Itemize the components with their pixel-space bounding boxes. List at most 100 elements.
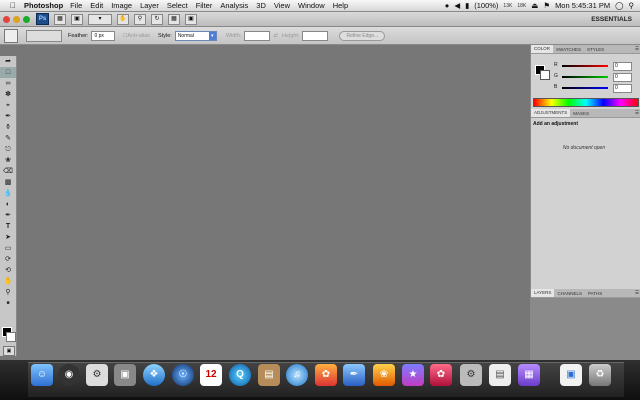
menu-layer[interactable]: Layer	[140, 1, 159, 10]
tool-preset-picker[interactable]	[4, 28, 18, 43]
apple-icon[interactable]: 	[6, 1, 20, 10]
zoom-tool-icon[interactable]: ⚲	[0, 287, 16, 298]
rotate-view-icon[interactable]: ↻	[151, 13, 163, 25]
eject-icon[interactable]: ⏏	[531, 1, 538, 10]
view-extras-icon[interactable]: ▣	[71, 13, 83, 25]
screen-mode-icon[interactable]: ▣	[185, 13, 197, 25]
healing-brush-tool-icon[interactable]: ⚱	[0, 122, 16, 133]
height-input[interactable]	[302, 30, 329, 41]
clock[interactable]: Mon 5:45:31 PM	[555, 1, 610, 10]
brush-tool-icon[interactable]: ✎	[0, 133, 16, 144]
menu-3d[interactable]: 3D	[256, 1, 266, 10]
menu-edit[interactable]: Edit	[90, 1, 103, 10]
pen-tool-icon[interactable]: ✒	[0, 210, 16, 221]
menu-select[interactable]: Select	[167, 1, 188, 10]
menu-analysis[interactable]: Analysis	[220, 1, 248, 10]
marquee-tool-icon[interactable]: □	[0, 67, 16, 78]
green-slider[interactable]	[562, 76, 608, 78]
3d-orbit-tool-icon[interactable]: ⟲	[0, 265, 16, 276]
move-tool-icon[interactable]: ➦	[0, 56, 16, 67]
hand-tool-icon[interactable]: ✋	[117, 13, 129, 25]
quick-select-tool-icon[interactable]: ✽	[0, 89, 16, 100]
menu-image[interactable]: Image	[111, 1, 132, 10]
tab-swatches[interactable]: SWATCHES	[553, 47, 584, 52]
width-input[interactable]	[244, 30, 271, 41]
downloads-stack-icon[interactable]: ▦	[518, 364, 540, 386]
user-icon[interactable]: ◯	[615, 1, 623, 10]
iphoto-icon[interactable]: ▣	[114, 364, 136, 386]
refine-edge-button[interactable]: Refine Edge...	[339, 30, 386, 41]
tab-channels[interactable]: CHANNELS	[554, 291, 585, 296]
itunes-icon[interactable]: ♫	[286, 364, 308, 386]
ical-icon[interactable]: 12	[200, 364, 222, 386]
star-app-icon[interactable]: ★	[402, 364, 424, 386]
firefox-icon[interactable]: ✿	[315, 364, 337, 386]
safari-icon[interactable]: ❖	[143, 364, 165, 386]
path-selection-tool-icon[interactable]: ➤	[0, 232, 16, 243]
menu-file[interactable]: File	[70, 1, 82, 10]
gradient-tool-icon[interactable]: ▩	[0, 177, 16, 188]
clone-stamp-tool-icon[interactable]: ⎋	[0, 144, 16, 155]
blue-slider[interactable]	[562, 87, 608, 89]
panel-menu-icon[interactable]: ☰	[635, 46, 640, 52]
minimize-window-button[interactable]	[13, 15, 20, 23]
lasso-tool-icon[interactable]: ∞	[0, 78, 16, 89]
flash-app-icon[interactable]: ✿	[430, 364, 452, 386]
close-window-button[interactable]	[3, 15, 10, 23]
system-preferences-icon[interactable]: ⚙	[460, 364, 482, 386]
wifi-icon[interactable]: ●	[445, 1, 450, 10]
feather-input[interactable]: 0 px	[91, 30, 116, 41]
feather-app-icon[interactable]: ✒	[343, 364, 365, 386]
swap-icon[interactable]: ⇄	[273, 33, 278, 39]
eyedropper-tool-icon[interactable]: ✒	[0, 111, 16, 122]
battery-icon[interactable]: ▮	[465, 1, 469, 10]
3d-rotate-tool-icon[interactable]: ⟳	[0, 254, 16, 265]
applications-folder-icon[interactable]: ▣	[560, 364, 582, 386]
trash-icon[interactable]: ♻	[589, 364, 611, 386]
photoshop-logo-icon[interactable]: Ps	[36, 13, 49, 25]
quick-mask-icon[interactable]: ▣	[3, 346, 15, 356]
automator-icon[interactable]: ⚙	[86, 364, 108, 386]
bridge-icon[interactable]: ▦	[54, 13, 66, 25]
type-tool-icon[interactable]: T	[0, 221, 16, 232]
blur-tool-icon[interactable]: 💧	[0, 188, 16, 199]
tab-adjustments[interactable]: ADJUSTMENTS	[531, 109, 571, 117]
arrange-documents-icon[interactable]: ▦	[168, 13, 180, 25]
tab-paths[interactable]: PATHS	[585, 291, 605, 296]
color-spectrum-ramp[interactable]	[533, 98, 639, 107]
hand-tool-icon[interactable]: ✋	[0, 276, 16, 287]
menu-view[interactable]: View	[274, 1, 290, 10]
document-canvas-area[interactable]	[17, 45, 529, 360]
dodge-tool-icon[interactable]: ◐	[0, 199, 16, 210]
blue-input[interactable]: 0	[613, 84, 632, 93]
tab-color[interactable]: COLOR	[531, 45, 554, 53]
background-color-swatch[interactable]	[6, 332, 16, 342]
workspace-switcher[interactable]: ESSENTIALS	[591, 16, 632, 23]
eraser-tool-icon[interactable]: ⌫	[0, 166, 16, 177]
menu-help[interactable]: Help	[333, 1, 348, 10]
tab-styles[interactable]: STYLES	[584, 47, 607, 52]
dashboard-icon[interactable]: ◉	[58, 364, 80, 386]
menu-filter[interactable]: Filter	[196, 1, 213, 10]
panel-menu-icon[interactable]: ☰	[635, 290, 640, 296]
flower-app-icon[interactable]: ❀	[373, 364, 395, 386]
zoom-window-button[interactable]	[23, 15, 30, 23]
documents-stack-icon[interactable]: ▤	[489, 364, 511, 386]
quicktime-icon[interactable]: Q	[229, 364, 251, 386]
menu-app-name[interactable]: Photoshop	[24, 1, 63, 10]
panel-menu-icon[interactable]: ☰	[635, 110, 640, 116]
zoom-level-dropdown[interactable]: ▾	[88, 13, 112, 25]
spotlight-icon[interactable]: ⚲	[629, 1, 635, 10]
tab-layers[interactable]: LAYERS	[531, 289, 555, 297]
zoom-tool-icon[interactable]: ⚲	[134, 13, 146, 25]
network-globe-icon[interactable]: ☉	[172, 364, 194, 386]
flag-icon[interactable]: ⚑	[543, 1, 550, 10]
green-input[interactable]: 0	[613, 73, 632, 82]
selection-mode-buttons[interactable]	[26, 29, 62, 42]
tab-masks[interactable]: MASKS	[570, 111, 592, 116]
volume-icon[interactable]: ◀	[454, 1, 460, 10]
color-bg-swatch[interactable]	[540, 70, 550, 80]
history-brush-tool-icon[interactable]: ❀	[0, 155, 16, 166]
default-colors-icon[interactable]: ■	[0, 298, 16, 309]
shape-tool-icon[interactable]: ▭	[0, 243, 16, 254]
